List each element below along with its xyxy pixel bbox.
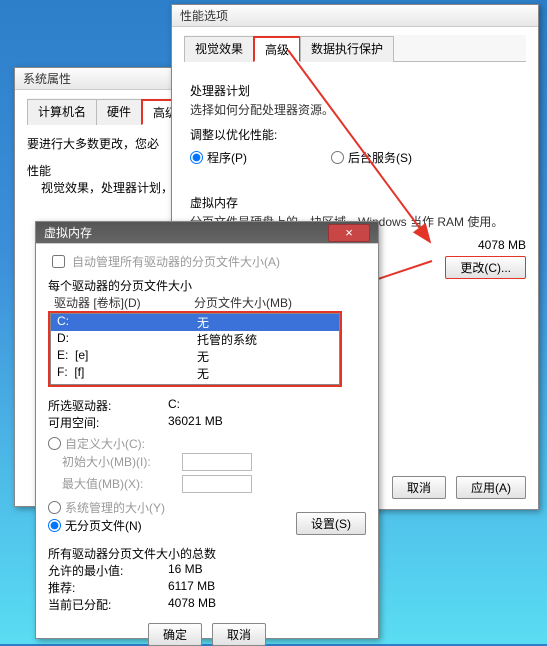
vm-cancel-button[interactable]: 取消 bbox=[212, 623, 266, 646]
vm-title: 虚拟内存 bbox=[44, 224, 92, 241]
radio-custom-input[interactable] bbox=[48, 437, 61, 450]
virtual-memory-dialog: 虚拟内存 自动管理所有驱动器的分页文件大小(A) 每个驱动器的分页文件大小 驱动… bbox=[35, 221, 379, 639]
drive-value: 无 bbox=[197, 348, 209, 365]
auto-manage-checkbox[interactable]: 自动管理所有驱动器的分页文件大小(A) bbox=[48, 252, 280, 271]
list-item[interactable]: D: 托管的系统 bbox=[51, 331, 339, 348]
drive-vol-label: [e] bbox=[75, 348, 88, 362]
drive-vol-label: [f] bbox=[74, 365, 84, 379]
auto-manage-checkbox-input[interactable] bbox=[52, 255, 65, 268]
radio-system-managed[interactable]: 系统管理的大小(Y) bbox=[48, 499, 165, 516]
tab-advanced-perf[interactable]: 高级 bbox=[253, 36, 301, 62]
perf-options-tabs: 视觉效果 高级 数据执行保护 bbox=[184, 35, 526, 62]
max-size-input[interactable] bbox=[182, 475, 252, 493]
close-icon[interactable] bbox=[328, 224, 370, 242]
col-pagefile: 分页文件大小(MB) bbox=[194, 294, 292, 311]
radio-system-input[interactable] bbox=[48, 501, 61, 514]
tab-computer-name[interactable]: 计算机名 bbox=[27, 99, 97, 125]
change-button[interactable]: 更改(C)... bbox=[445, 256, 526, 279]
cpu-adjust-label: 调整以优化性能: bbox=[190, 126, 526, 143]
vm-total-value: 4078 MB bbox=[478, 238, 526, 252]
radio-no-pagefile[interactable]: 无分页文件(N) bbox=[48, 517, 142, 534]
cpu-heading: 处理器计划 bbox=[190, 82, 526, 99]
free-space-value: 36021 MB bbox=[168, 414, 223, 431]
cpu-desc: 选择如何分配处理器资源。 bbox=[190, 101, 526, 118]
tab-dep[interactable]: 数据执行保护 bbox=[300, 36, 394, 62]
set-button[interactable]: 设置(S) bbox=[296, 512, 366, 535]
radio-programs-label: 程序(P) bbox=[207, 149, 247, 166]
radio-programs[interactable]: 程序(P) bbox=[190, 149, 247, 166]
vm-titlebar: 虚拟内存 bbox=[36, 222, 378, 244]
free-space-label: 可用空间: bbox=[48, 414, 168, 431]
drive-value: 无 bbox=[197, 314, 209, 331]
rec-value: 6117 MB bbox=[168, 579, 215, 596]
selected-drive-value: C: bbox=[168, 397, 180, 414]
radio-background[interactable]: 后台服务(S) bbox=[331, 149, 412, 166]
auto-manage-label: 自动管理所有驱动器的分页文件大小(A) bbox=[72, 253, 280, 270]
tab-hardware[interactable]: 硬件 bbox=[96, 99, 142, 125]
vm-heading: 虚拟内存 bbox=[190, 194, 526, 211]
min-value: 16 MB bbox=[168, 562, 203, 579]
perf-options-titlebar: 性能选项 bbox=[172, 5, 538, 27]
radio-none-input[interactable] bbox=[48, 519, 61, 532]
drive-letter: F: bbox=[57, 365, 68, 379]
list-item[interactable]: E: [e] 无 bbox=[51, 348, 339, 365]
radio-background-label: 后台服务(S) bbox=[348, 149, 412, 166]
tab-visual-effects[interactable]: 视觉效果 bbox=[184, 36, 254, 62]
drive-letter: E: bbox=[57, 348, 68, 362]
drive-letter: C: bbox=[57, 314, 69, 328]
system-properties-title: 系统属性 bbox=[23, 70, 71, 87]
perf-options-title: 性能选项 bbox=[180, 7, 228, 24]
radio-background-input[interactable] bbox=[331, 151, 344, 164]
rec-label: 推荐: bbox=[48, 579, 168, 596]
totals-heading: 所有驱动器分页文件大小的总数 bbox=[48, 545, 366, 562]
radio-programs-input[interactable] bbox=[190, 151, 203, 164]
each-drive-header: 每个驱动器的分页文件大小 bbox=[48, 277, 366, 294]
radio-none-label: 无分页文件(N) bbox=[65, 517, 142, 534]
drive-letter: D: bbox=[57, 331, 69, 345]
col-drive: 驱动器 [卷标](D) bbox=[54, 294, 194, 311]
perf-apply-button[interactable]: 应用(A) bbox=[456, 476, 526, 499]
selected-drive-label: 所选驱动器: bbox=[48, 397, 168, 414]
list-item[interactable]: F: [f] 无 bbox=[51, 365, 339, 382]
drive-listbox[interactable]: C: 无 D: 托管的系统 E: [e] 无 F: [f] 无 bbox=[50, 313, 340, 385]
radio-custom-label: 自定义大小(C): bbox=[65, 435, 145, 452]
list-item[interactable]: C: 无 bbox=[51, 314, 339, 331]
min-label: 允许的最小值: bbox=[48, 562, 168, 579]
max-size-label: 最大值(MB)(X): bbox=[62, 475, 182, 493]
drive-value: 托管的系统 bbox=[197, 331, 257, 348]
radio-system-label: 系统管理的大小(Y) bbox=[65, 499, 165, 516]
initial-size-input[interactable] bbox=[182, 453, 252, 471]
initial-size-label: 初始大小(MB)(I): bbox=[62, 453, 182, 471]
vm-ok-button[interactable]: 确定 bbox=[148, 623, 202, 646]
drive-value: 无 bbox=[197, 365, 209, 382]
perf-cancel-button[interactable]: 取消 bbox=[392, 476, 446, 499]
radio-custom-size[interactable]: 自定义大小(C): bbox=[48, 435, 145, 452]
cur-label: 当前已分配: bbox=[48, 596, 168, 613]
cur-value: 4078 MB bbox=[168, 596, 216, 613]
